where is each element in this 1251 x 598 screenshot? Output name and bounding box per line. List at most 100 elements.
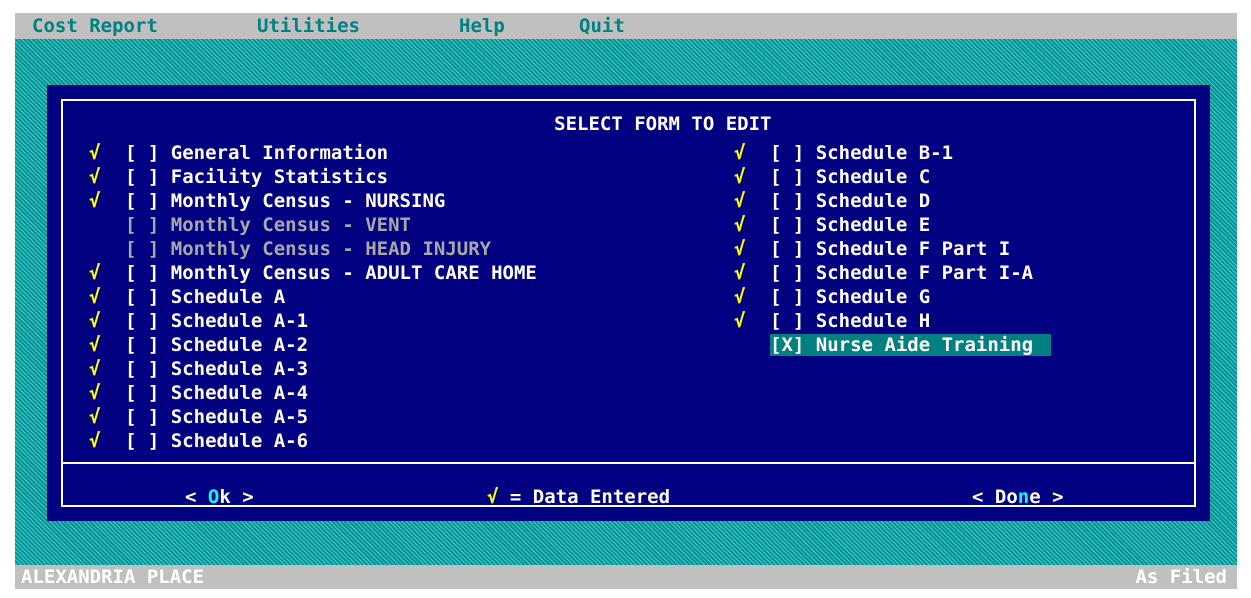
form-checkbox[interactable]: [ ] (125, 430, 159, 452)
data-entered-check-icon: √ (89, 382, 101, 404)
form-item[interactable]: √ [ ] Schedule F Part I-A (734, 261, 1051, 285)
menu-cost-report[interactable]: Cost Report (32, 14, 158, 38)
form-item-body: [ ] Monthly Census - VENT (125, 214, 411, 236)
form-checkbox[interactable]: [ ] (125, 190, 159, 212)
form-item-label: Schedule H (815, 310, 931, 332)
form-item: [ ] Monthly Census - VENT (89, 213, 537, 237)
form-checkbox[interactable]: [ ] (770, 190, 804, 212)
data-entered-check-icon: √ (734, 166, 746, 188)
form-item[interactable]: √ [ ] Schedule G (734, 285, 1051, 309)
data-entered-check-icon: √ (89, 430, 101, 452)
data-entered-legend: √ = Data Entered (487, 485, 670, 509)
form-item[interactable]: √ [ ] General Information (89, 141, 537, 165)
form-item-body: [ ] Schedule F Part I-A (770, 262, 1033, 284)
form-item[interactable]: √ [ ] Schedule A-4 (89, 381, 537, 405)
form-item-label: General Information (170, 142, 389, 164)
form-checkbox[interactable]: [ ] (125, 358, 159, 380)
form-checkbox[interactable]: [ ] (125, 406, 159, 428)
form-checkbox[interactable]: [ ] (125, 310, 159, 332)
form-item[interactable]: √ [ ] Monthly Census - NURSING (89, 189, 537, 213)
form-checkbox[interactable]: [ ] (125, 166, 159, 188)
form-item[interactable]: √ [ ] Schedule B-1 (734, 141, 1051, 165)
data-entered-check-icon: √ (734, 214, 746, 236)
form-checkbox[interactable]: [ ] (770, 214, 804, 236)
menu-help[interactable]: Help (459, 14, 505, 38)
frame-left-line (61, 99, 63, 507)
form-item-body: [ ] Schedule A-6 (125, 430, 308, 452)
frame-right-line (1194, 99, 1196, 507)
form-checkbox[interactable]: [ ] (770, 310, 804, 332)
menu-bar: Cost Report Utilities Help Quit (15, 13, 1237, 39)
form-item-body: [ ] Schedule D (770, 190, 930, 212)
form-item[interactable]: √ [ ] Facility Statistics (89, 165, 537, 189)
ok-button-prefix: < (185, 486, 208, 508)
ok-button[interactable]: < Ok > (185, 485, 254, 509)
form-item[interactable]: √ [ ] Schedule H (734, 309, 1051, 333)
form-item-label: Schedule A-1 (170, 310, 309, 332)
ok-button-rest: k (219, 486, 231, 508)
form-checkbox[interactable]: [ ] (125, 334, 159, 356)
form-checkbox[interactable]: [ ] (125, 382, 159, 404)
form-checkbox[interactable]: [ ] (770, 166, 804, 188)
data-entered-check-icon: √ (734, 238, 746, 260)
form-checkbox[interactable]: [ ] (770, 262, 804, 284)
form-checkbox[interactable]: [ ] (770, 142, 804, 164)
form-item[interactable]: √ [ ] Schedule A-6 (89, 429, 537, 453)
form-item[interactable]: √ [ ] Schedule A (89, 285, 537, 309)
form-item-body: [ ] Schedule A (125, 286, 285, 308)
form-item-body: [ ] Schedule F Part I (770, 238, 1010, 260)
form-item[interactable]: √ [ ] Schedule A-5 (89, 405, 537, 429)
form-checkbox[interactable]: [ ] (125, 214, 159, 236)
form-item[interactable]: √ [ ] Schedule A-3 (89, 357, 537, 381)
form-item-body: [ ] Schedule E (770, 214, 930, 236)
form-item-label: Schedule A-3 (170, 358, 309, 380)
dialog-title-text: SELECT FORM TO EDIT (544, 113, 782, 135)
menu-utilities[interactable]: Utilities (257, 14, 360, 38)
form-item-label: Schedule E (815, 214, 931, 236)
form-item-body: [ ] Schedule A-2 (125, 334, 308, 356)
form-item-label: Schedule A-2 (170, 334, 309, 356)
form-item-body: [ ] Schedule A-5 (125, 406, 308, 428)
form-item[interactable]: √ [ ] Schedule F Part I (734, 237, 1051, 261)
form-item-body: [ ] Monthly Census - NURSING (125, 190, 445, 212)
form-item-body: [ ] Schedule A-3 (125, 358, 308, 380)
form-item[interactable]: √ [ ] Monthly Census - ADULT CARE HOME (89, 261, 537, 285)
data-entered-check-icon: √ (734, 190, 746, 212)
done-button-prefix: < (972, 486, 995, 508)
form-checkbox[interactable]: [X] (770, 334, 804, 356)
form-checkbox[interactable]: [ ] (125, 286, 159, 308)
frame-divider-line (61, 462, 1196, 464)
form-item-body: [ ] Facility Statistics (125, 166, 388, 188)
dos-screen: Cost Report Utilities Help Quit SELECT F… (15, 13, 1237, 589)
data-entered-check-icon: √ (89, 262, 101, 284)
form-checkbox[interactable]: [ ] (125, 262, 159, 284)
form-item-label: Schedule A-6 (170, 430, 309, 452)
form-item-label: Schedule G (815, 286, 931, 308)
form-item[interactable]: [X] Nurse Aide Training (734, 333, 1052, 357)
form-checkbox[interactable]: [ ] (125, 142, 159, 164)
form-item-body: [ ] Schedule C (770, 166, 930, 188)
button-row: < Ok > √ = Data Entered < Done > (47, 485, 1210, 509)
data-entered-check-icon: √ (89, 286, 101, 308)
data-entered-check-icon: √ (89, 406, 101, 428)
form-item-label: Schedule F Part I (815, 238, 1011, 260)
form-checkbox[interactable]: [ ] (125, 238, 159, 260)
form-item[interactable]: √ [ ] Schedule A-1 (89, 309, 537, 333)
form-item-label: Monthly Census - HEAD INJURY (170, 238, 492, 260)
done-button-hotkey: n (1017, 486, 1030, 508)
done-button[interactable]: < Done > (972, 485, 1064, 509)
form-item-body: [ ] Schedule H (770, 310, 930, 332)
menu-quit[interactable]: Quit (579, 14, 625, 38)
data-entered-check-icon: √ (734, 142, 746, 164)
done-button-rest: e (1029, 486, 1041, 508)
form-checkbox[interactable]: [ ] (770, 238, 804, 260)
select-form-dialog: SELECT FORM TO EDIT √ [ ] General Informa… (47, 85, 1210, 521)
form-item[interactable]: √ [ ] Schedule D (734, 189, 1051, 213)
form-list-left: √ [ ] General Information √ [ ] Facility St… (89, 141, 537, 453)
form-item[interactable]: √ [ ] Schedule E (734, 213, 1051, 237)
form-item-label: Schedule B-1 (815, 142, 954, 164)
form-item[interactable]: √ [ ] Schedule A-2 (89, 333, 537, 357)
form-item-label: Schedule A-4 (170, 382, 309, 404)
form-item[interactable]: √ [ ] Schedule C (734, 165, 1051, 189)
form-checkbox[interactable]: [ ] (770, 286, 804, 308)
